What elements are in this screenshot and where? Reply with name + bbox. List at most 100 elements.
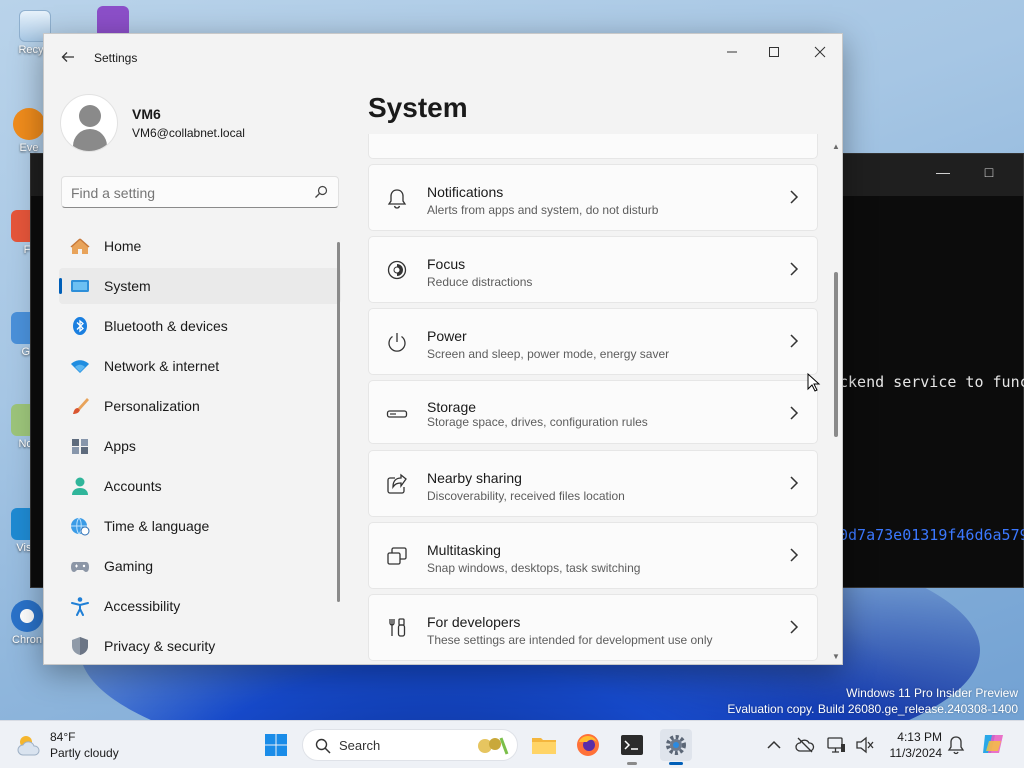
sidebar-item-label: Accounts xyxy=(104,478,162,494)
taskbar-file-explorer[interactable] xyxy=(528,729,560,761)
minimize-button[interactable] xyxy=(714,40,750,68)
terminal-maximize-button[interactable]: □ xyxy=(977,164,1001,180)
minimize-icon xyxy=(727,51,737,53)
card-storage[interactable]: Storage Storage space, drives, configura… xyxy=(368,380,818,444)
terminal-output-line: ckend service to func xyxy=(839,373,1024,391)
gamepad-icon xyxy=(70,556,90,576)
notification-bell-icon[interactable] xyxy=(946,735,966,755)
sidebar-scrollbar[interactable] xyxy=(337,242,340,602)
windows-logo-icon xyxy=(265,734,287,756)
sidebar-item-system[interactable]: System xyxy=(59,268,341,304)
sidebar-item-label: Time & language xyxy=(104,518,210,534)
brush-icon xyxy=(70,396,90,416)
search-highlight-icon xyxy=(478,737,509,755)
card-subtitle: Reduce distractions xyxy=(427,275,533,289)
focus-icon xyxy=(387,260,407,280)
volume-muted-icon[interactable] xyxy=(855,735,875,755)
desktop-icon-chrome[interactable]: Chron xyxy=(6,600,48,646)
card-subtitle: Snap windows, desktops, task switching xyxy=(427,561,641,575)
scroll-down-arrow-icon[interactable]: ▼ xyxy=(832,652,840,661)
card-for-developers[interactable]: For developers These settings are intend… xyxy=(368,594,818,661)
search-input[interactable] xyxy=(71,183,301,203)
sidebar-item-time-language[interactable]: Time & language xyxy=(59,508,341,544)
maximize-button[interactable] xyxy=(756,40,792,68)
onedrive-offline-icon[interactable] xyxy=(795,735,815,755)
sidebar-item-network[interactable]: Network & internet xyxy=(59,348,341,384)
partial-settings-card[interactable] xyxy=(368,134,818,159)
firefox-icon xyxy=(577,734,599,756)
clock-time: 4:13 PM xyxy=(897,730,942,744)
mouse-cursor-icon xyxy=(807,373,821,392)
sidebar-item-label: Accessibility xyxy=(104,598,181,614)
scroll-up-arrow-icon[interactable]: ▲ xyxy=(832,142,840,151)
share-icon xyxy=(387,473,407,494)
sidebar-item-apps[interactable]: Apps xyxy=(59,428,341,464)
find-setting-search[interactable] xyxy=(61,176,339,208)
maximize-icon xyxy=(769,47,779,57)
back-button[interactable] xyxy=(56,46,80,70)
sidebar-item-label: Apps xyxy=(104,438,136,454)
taskbar-search[interactable]: Search xyxy=(302,729,518,761)
page-title: System xyxy=(368,92,468,123)
developer-tools-icon xyxy=(389,618,406,637)
multitasking-icon xyxy=(387,547,407,565)
sidebar-item-accounts[interactable]: Accounts xyxy=(59,468,341,504)
sidebar-item-gaming[interactable]: Gaming xyxy=(59,548,341,584)
terminal-output-hash: 0d7a73e01319f46d6a579 xyxy=(839,526,1024,544)
close-button[interactable] xyxy=(802,40,838,68)
partly-cloudy-icon xyxy=(17,736,40,756)
card-notifications[interactable]: Notifications Alerts from apps and syste… xyxy=(368,164,818,231)
chevron-right-icon xyxy=(790,190,799,204)
terminal-icon xyxy=(621,735,643,755)
card-nearby-sharing[interactable]: Nearby sharing Discoverability, received… xyxy=(368,450,818,517)
scrollbar-thumb[interactable] xyxy=(834,272,838,437)
weather-temperature: 84°F xyxy=(50,730,76,744)
gear-icon xyxy=(666,735,686,755)
card-power[interactable]: Power Screen and sleep, power mode, ener… xyxy=(368,308,818,375)
accounts-icon xyxy=(70,476,90,496)
search-everything-icon xyxy=(13,108,45,140)
sidebar-item-home[interactable]: Home xyxy=(59,228,341,264)
sidebar-item-accessibility[interactable]: Accessibility xyxy=(59,588,341,624)
settings-titlebar[interactable]: Settings xyxy=(44,34,842,82)
card-title: Notifications xyxy=(427,184,504,200)
bluetooth-icon xyxy=(70,316,90,336)
sidebar-item-label: Privacy & security xyxy=(104,638,216,654)
settings-window[interactable]: Settings VM6 VM6@collabnet.local Home xyxy=(43,33,843,665)
content-scrollbar[interactable]: ▲ ▼ xyxy=(831,142,841,664)
taskbar-firefox[interactable] xyxy=(572,729,604,761)
globe-clock-icon xyxy=(70,516,90,536)
taskbar-terminal[interactable] xyxy=(616,729,648,765)
active-indicator xyxy=(669,762,683,765)
sidebar-item-label: Home xyxy=(104,238,142,254)
user-email: VM6@collabnet.local xyxy=(132,126,245,140)
shield-icon xyxy=(70,636,90,656)
app-title: Settings xyxy=(94,51,138,65)
card-subtitle: Alerts from apps and system, do not dist… xyxy=(427,203,659,217)
watermark-line-2: Evaluation copy. Build 26080.ge_release.… xyxy=(727,702,1018,716)
taskbar-clock[interactable]: 4:13 PM 11/3/2024 xyxy=(884,729,943,761)
chevron-right-icon xyxy=(790,334,799,348)
chevron-right-icon xyxy=(790,406,799,420)
sidebar-item-bluetooth[interactable]: Bluetooth & devices xyxy=(59,308,341,344)
card-subtitle: These settings are intended for developm… xyxy=(427,633,713,647)
card-multitasking[interactable]: Multitasking Snap windows, desktops, tas… xyxy=(368,522,818,589)
terminal-minimize-button[interactable]: — xyxy=(931,164,955,180)
copilot-icon[interactable] xyxy=(980,731,1006,757)
sidebar-item-personalization[interactable]: Personalization xyxy=(59,388,341,424)
storage-icon xyxy=(386,410,408,418)
taskbar-settings[interactable] xyxy=(660,729,692,765)
start-button[interactable] xyxy=(260,729,292,761)
card-focus[interactable]: Focus Reduce distractions xyxy=(368,236,818,303)
bell-icon xyxy=(387,189,407,209)
search-icon xyxy=(315,185,328,198)
network-monitor-icon[interactable] xyxy=(826,735,846,755)
chevron-right-icon xyxy=(790,262,799,276)
home-icon xyxy=(70,236,90,256)
avatar xyxy=(60,94,118,152)
taskbar-search-label: Search xyxy=(339,738,381,753)
show-hidden-icons-chevron-up-icon[interactable] xyxy=(764,735,784,755)
card-title: For developers xyxy=(427,614,521,630)
sidebar-item-label: Network & internet xyxy=(104,358,220,374)
sidebar-item-privacy-security[interactable]: Privacy & security xyxy=(59,628,341,664)
